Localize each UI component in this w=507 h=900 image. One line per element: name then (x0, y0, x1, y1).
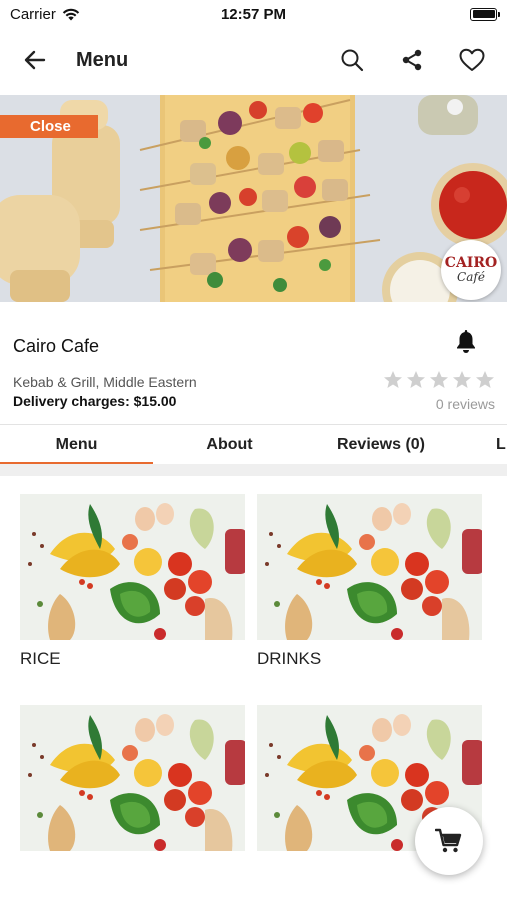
category-card-rice[interactable]: RICE (20, 494, 245, 669)
battery-icon (470, 7, 500, 21)
nav-bar: Menu (0, 28, 507, 92)
logo-text-top: CAIRO (444, 255, 498, 271)
category-image (20, 705, 245, 851)
carrier-label: Carrier (10, 5, 56, 23)
cart-icon (435, 828, 462, 853)
back-button[interactable] (14, 39, 56, 81)
star-icon (476, 371, 494, 388)
cuisine-types: Kebab & Grill, Middle Eastern (13, 374, 197, 390)
share-button[interactable] (391, 39, 433, 81)
search-button[interactable] (331, 39, 373, 81)
favorite-button[interactable] (451, 39, 493, 81)
rating-stars (383, 370, 495, 389)
tab-menu[interactable]: Menu (0, 425, 153, 464)
hero-banner: Close CAIRO Café (0, 95, 507, 302)
notify-button[interactable] (455, 330, 477, 359)
category-card-drinks[interactable]: DRINKS (257, 494, 482, 669)
logo-text-bottom: Café (457, 270, 485, 284)
tab-more[interactable]: L (456, 425, 507, 464)
wifi-icon (62, 8, 80, 20)
status-tag: Close (0, 115, 98, 138)
category-image (20, 494, 245, 640)
reviews-count: 0 reviews (435, 396, 495, 412)
tab-about[interactable]: About (153, 425, 306, 464)
back-arrow-icon (24, 50, 46, 70)
bell-icon (457, 330, 475, 353)
star-icon (407, 371, 425, 388)
star-icon (384, 371, 402, 388)
tab-bar: Menu About Reviews (0) L (0, 424, 507, 464)
star-icon (430, 371, 448, 388)
heart-icon (459, 48, 485, 71)
tab-divider (0, 464, 507, 476)
cart-button[interactable] (415, 807, 483, 875)
category-label: RICE (20, 649, 61, 668)
restaurant-logo: CAIRO Café (441, 240, 501, 300)
restaurant-name: Cairo Cafe (13, 336, 100, 356)
category-label: DRINKS (257, 649, 322, 668)
status-bar: Carrier 12:57 PM (0, 0, 507, 28)
category-card[interactable] (20, 705, 245, 860)
share-icon (402, 49, 422, 71)
delivery-charges: Delivery charges: $15.00 (13, 393, 177, 409)
category-image (257, 494, 482, 640)
page-title: Menu (76, 48, 129, 71)
star-icon (453, 371, 471, 388)
tab-reviews[interactable]: Reviews (0) (306, 425, 456, 464)
status-left: Carrier (10, 6, 80, 23)
restaurant-info: Cairo Cafe Kebab & Grill, Middle Eastern… (0, 302, 507, 424)
search-icon (341, 49, 364, 72)
